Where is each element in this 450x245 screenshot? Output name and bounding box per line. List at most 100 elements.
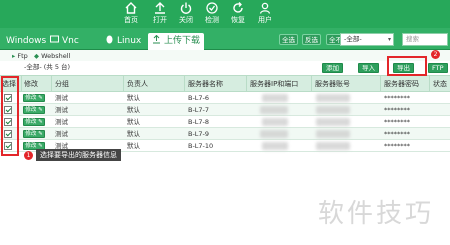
redacted-account [316, 94, 350, 102]
annotation-tooltip: 选择要导出的服务器信息 [36, 149, 121, 161]
edit-button-label: 修改 [25, 131, 37, 137]
header-divider [380, 75, 381, 92]
table-row[interactable]: 修改 ✎ 测试 默认 B-L7-8 ******** [0, 116, 450, 128]
cell-group: 测试 [55, 106, 68, 114]
cell-password: ******** [384, 94, 410, 102]
redacted-account [316, 118, 350, 126]
header-divider [21, 75, 22, 92]
header-divider [51, 75, 52, 92]
home-icon [125, 2, 137, 14]
header-divider [184, 75, 185, 92]
header-divider [246, 75, 247, 92]
cell-server-name: B-L7-9 [188, 130, 210, 138]
invert-selection-button[interactable]: 反选 [302, 34, 321, 45]
tab-upload-download-label: 上传下载 [164, 36, 201, 46]
chevron-down-icon: ▾ [387, 36, 391, 43]
check-icon [206, 2, 218, 14]
toolbar-user[interactable]: 用户 [250, 1, 280, 27]
tab-vnc[interactable]: Vnc [46, 33, 83, 50]
toolbar-home-label: 首页 [124, 16, 138, 24]
table-row[interactable]: 修改 ✎ 测试 默认 B-L7-7 ******** [0, 104, 450, 116]
subtab-webshell-label: Webshell [41, 52, 71, 60]
cell-password: ******** [384, 118, 410, 126]
col-server-name: 服务器名称 [188, 80, 223, 88]
connection-tabs-bar: Windows Vnc Linux 上传下载 全选 反选 全不选 -全部- ▾ … [0, 28, 450, 50]
group-line: -全部- (共 5 台) [0, 61, 450, 74]
redacted-ip [262, 94, 288, 102]
col-group: 分组 [55, 80, 69, 88]
import-button[interactable]: 导入 [358, 63, 379, 73]
redacted-ip [260, 130, 288, 138]
protocol-subtabs: ▸ Ftp ◆ Webshell [0, 50, 450, 61]
toolbar-home[interactable]: 首页 [116, 1, 146, 27]
main-toolbar: 首页 打开 关闭 检测 恢复 用户 [0, 0, 450, 28]
redacted-ip [262, 118, 288, 126]
toolbar-restore-label: 恢复 [231, 16, 245, 24]
tab-linux[interactable]: Linux [101, 33, 145, 50]
app-window: 首页 打开 关闭 检测 恢复 用户 Windows Vnc Linux 上传下载… [0, 0, 450, 245]
cell-group: 测试 [55, 118, 68, 126]
ftp-button[interactable]: FTP [428, 63, 448, 73]
upload-download-icon [153, 35, 160, 44]
col-status: 状态 [433, 80, 447, 88]
cell-owner: 默认 [127, 106, 140, 114]
col-server-account: 服务器账号 [315, 80, 350, 88]
cell-owner: 默认 [127, 118, 140, 126]
annotation-badge-2: 2 [431, 50, 440, 59]
tab-vnc-label: Vnc [62, 36, 79, 46]
cell-server-name: B-L7-7 [188, 106, 210, 114]
tab-windows[interactable]: Windows [2, 33, 50, 50]
group-select-value: -全部- [344, 35, 362, 43]
search-input[interactable]: 搜索 [402, 33, 448, 46]
cell-server-name: B-L7-6 [188, 94, 210, 102]
vnc-icon [50, 35, 59, 43]
group-count-text: -全部- (共 5 台) [24, 63, 71, 71]
cell-group: 测试 [55, 94, 68, 102]
redacted-ip [262, 142, 288, 150]
user-icon [259, 2, 271, 14]
table-header: 选择 修改 分组 负责人 服务器名称 服务器IP和端口 服务器账号 服务器密码 … [0, 75, 450, 92]
cell-server-name: B-L7-10 [188, 142, 214, 150]
cell-group: 测试 [55, 130, 68, 138]
cell-password: ******** [384, 106, 410, 114]
col-owner: 负责人 [127, 80, 148, 88]
edit-button[interactable]: 修改 ✎ [23, 118, 45, 126]
open-icon [155, 2, 165, 14]
edit-button-label: 修改 [25, 119, 37, 125]
redacted-ip [260, 106, 288, 114]
toolbar-restore[interactable]: 恢复 [223, 1, 253, 27]
tab-upload-download[interactable]: 上传下载 [148, 33, 205, 50]
redacted-account [316, 142, 350, 150]
annotation-badge-1: 1 [24, 151, 33, 160]
subtab-ftp-label: Ftp [17, 52, 28, 60]
power-icon [180, 2, 192, 14]
edit-button[interactable]: 修改 ✎ [23, 106, 45, 114]
tab-linux-label: Linux [117, 36, 142, 46]
cell-owner: 默认 [127, 142, 140, 150]
restore-icon [233, 2, 243, 13]
edit-button-label: 修改 [25, 107, 37, 113]
edit-button-label: 修改 [25, 143, 37, 149]
header-divider [123, 75, 124, 92]
table-row[interactable]: 修改 ✎ 测试 默认 B-L7-6 ******** [0, 92, 450, 104]
group-select[interactable]: -全部- ▾ [340, 33, 394, 46]
subtab-ftp[interactable]: ▸ Ftp [12, 51, 28, 61]
table-row[interactable]: 修改 ✎ 测试 默认 B-L7-9 ******** [0, 128, 450, 140]
highlight-export-button [387, 56, 427, 76]
edit-button[interactable]: 修改 ✎ [23, 94, 45, 102]
linux-icon [106, 35, 113, 44]
redacted-account [316, 106, 350, 114]
add-button[interactable]: 添加 [322, 63, 343, 73]
cell-password: ******** [384, 130, 410, 138]
watermark-text: 软件技巧 [318, 199, 435, 229]
subtab-webshell[interactable]: ◆ Webshell [34, 51, 70, 61]
edit-button-label: 修改 [25, 95, 37, 101]
col-edit: 修改 [24, 80, 38, 88]
redacted-account [316, 130, 350, 138]
toolbar-user-label: 用户 [258, 16, 272, 24]
cell-server-name: B-L7-8 [188, 118, 210, 126]
edit-button[interactable]: 修改 ✎ [23, 130, 45, 138]
select-all-button[interactable]: 全选 [279, 34, 298, 45]
cell-owner: 默认 [127, 130, 140, 138]
header-divider [429, 75, 430, 92]
